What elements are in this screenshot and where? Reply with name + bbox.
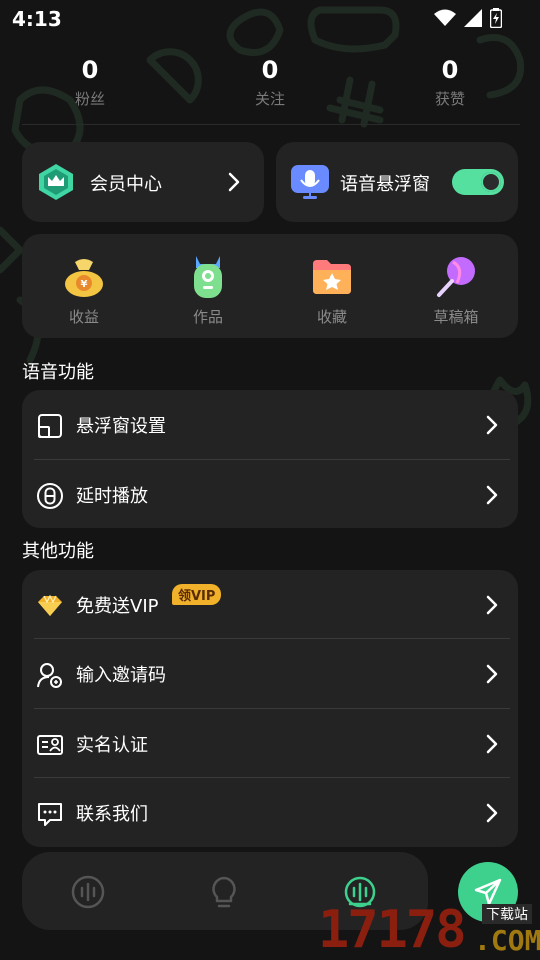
tab-idea-bulb-icon[interactable]: [206, 874, 242, 910]
grid-item-drafts[interactable]: 草稿箱: [394, 234, 518, 338]
site-watermark: 17178 下载站 .COM: [318, 900, 540, 960]
stat-label: 粉丝: [74, 90, 105, 108]
grid-label: 收藏: [316, 308, 347, 326]
divider: [22, 124, 520, 125]
feature-grid: ¥ 收益 作品 收藏 草稿箱: [22, 234, 518, 338]
section-title-voice: 语音功能: [22, 362, 94, 383]
tab-soundboard-icon[interactable]: [70, 874, 106, 910]
battery-icon: [490, 8, 502, 28]
row-contact-us[interactable]: 联系我们: [22, 778, 518, 848]
stat-value: 0: [441, 56, 459, 84]
grid-item-works[interactable]: 作品: [146, 234, 270, 338]
toggle-knob: [481, 172, 501, 192]
stat-fans[interactable]: 0 粉丝: [20, 54, 160, 109]
chevron-right-icon: [228, 172, 240, 192]
voice-functions-list: 悬浮窗设置 延时播放: [22, 390, 518, 528]
wifi-icon: [434, 9, 456, 26]
status-bar: 4:13: [0, 0, 540, 38]
other-functions-list: 免费送VIP 领VIP 输入邀请码 实名认证 联系我们: [22, 570, 518, 847]
row-floating-window-settings[interactable]: 悬浮窗设置: [22, 390, 518, 460]
gem-icon: [38, 594, 62, 616]
stat-label: 获赞: [434, 90, 465, 108]
chat-icon: [38, 803, 62, 826]
stat-value: 0: [261, 56, 279, 84]
chevron-right-icon: [486, 415, 498, 435]
microphone-icon: [291, 165, 329, 199]
row-label: 免费送VIP: [76, 596, 159, 617]
voice-floating-window-toggle[interactable]: [452, 169, 504, 195]
watermark-number: 17178: [318, 900, 467, 960]
vip-badge: 领VIP: [172, 584, 222, 605]
chevron-right-icon: [486, 485, 498, 505]
chevron-right-icon: [486, 734, 498, 754]
status-icons: [434, 8, 502, 28]
watermark-domain: .COM: [474, 924, 540, 957]
stat-likes[interactable]: 0 获赞: [380, 54, 520, 109]
timer-8-icon: [37, 483, 63, 509]
chevron-right-icon: [486, 664, 498, 684]
voice-floating-window-card: 语音悬浮窗: [276, 142, 518, 222]
vip-center-card[interactable]: 会员中心: [22, 142, 264, 222]
bottle-icon: [194, 256, 222, 298]
row-label: 实名认证: [76, 735, 148, 756]
grid-label: 收益: [68, 308, 99, 326]
stat-value: 0: [81, 56, 99, 84]
vip-center-label: 会员中心: [90, 174, 162, 195]
stat-label: 关注: [254, 90, 285, 108]
row-label: 输入邀请码: [76, 665, 166, 686]
row-label: 联系我们: [76, 804, 148, 825]
profile-stats: 0 粉丝 0 关注 0 获赞: [0, 54, 540, 124]
chevron-right-icon: [486, 595, 498, 615]
grid-item-favorites[interactable]: 收藏: [270, 234, 394, 338]
row-real-name-verification[interactable]: 实名认证: [22, 709, 518, 779]
grid-label: 作品: [192, 308, 223, 326]
lollipop-icon: [437, 257, 475, 297]
chevron-right-icon: [486, 803, 498, 823]
money-bag-icon: ¥: [65, 259, 103, 297]
signal-icon: [464, 9, 482, 27]
star-folder-icon: [313, 260, 351, 294]
crown-gem-icon: [39, 164, 73, 200]
row-delayed-playback[interactable]: 延时播放: [22, 460, 518, 530]
watermark-site: 下载站: [482, 904, 532, 924]
floating-window-icon: [38, 414, 62, 438]
row-label: 延时播放: [76, 486, 148, 507]
stat-following[interactable]: 0 关注: [200, 54, 340, 109]
grid-label: 草稿箱: [433, 308, 479, 326]
section-title-other: 其他功能: [22, 541, 94, 562]
id-card-icon: [37, 735, 63, 755]
status-time: 4:13: [12, 7, 62, 31]
user-add-icon: [37, 663, 62, 688]
row-invite-code[interactable]: 输入邀请码: [22, 639, 518, 709]
voice-floating-window-label: 语音悬浮窗: [340, 174, 430, 195]
row-label: 悬浮窗设置: [76, 416, 166, 437]
row-free-vip[interactable]: 免费送VIP 领VIP: [22, 570, 518, 640]
svg-text:¥: ¥: [81, 279, 88, 290]
grid-item-earnings[interactable]: ¥ 收益: [22, 234, 146, 338]
